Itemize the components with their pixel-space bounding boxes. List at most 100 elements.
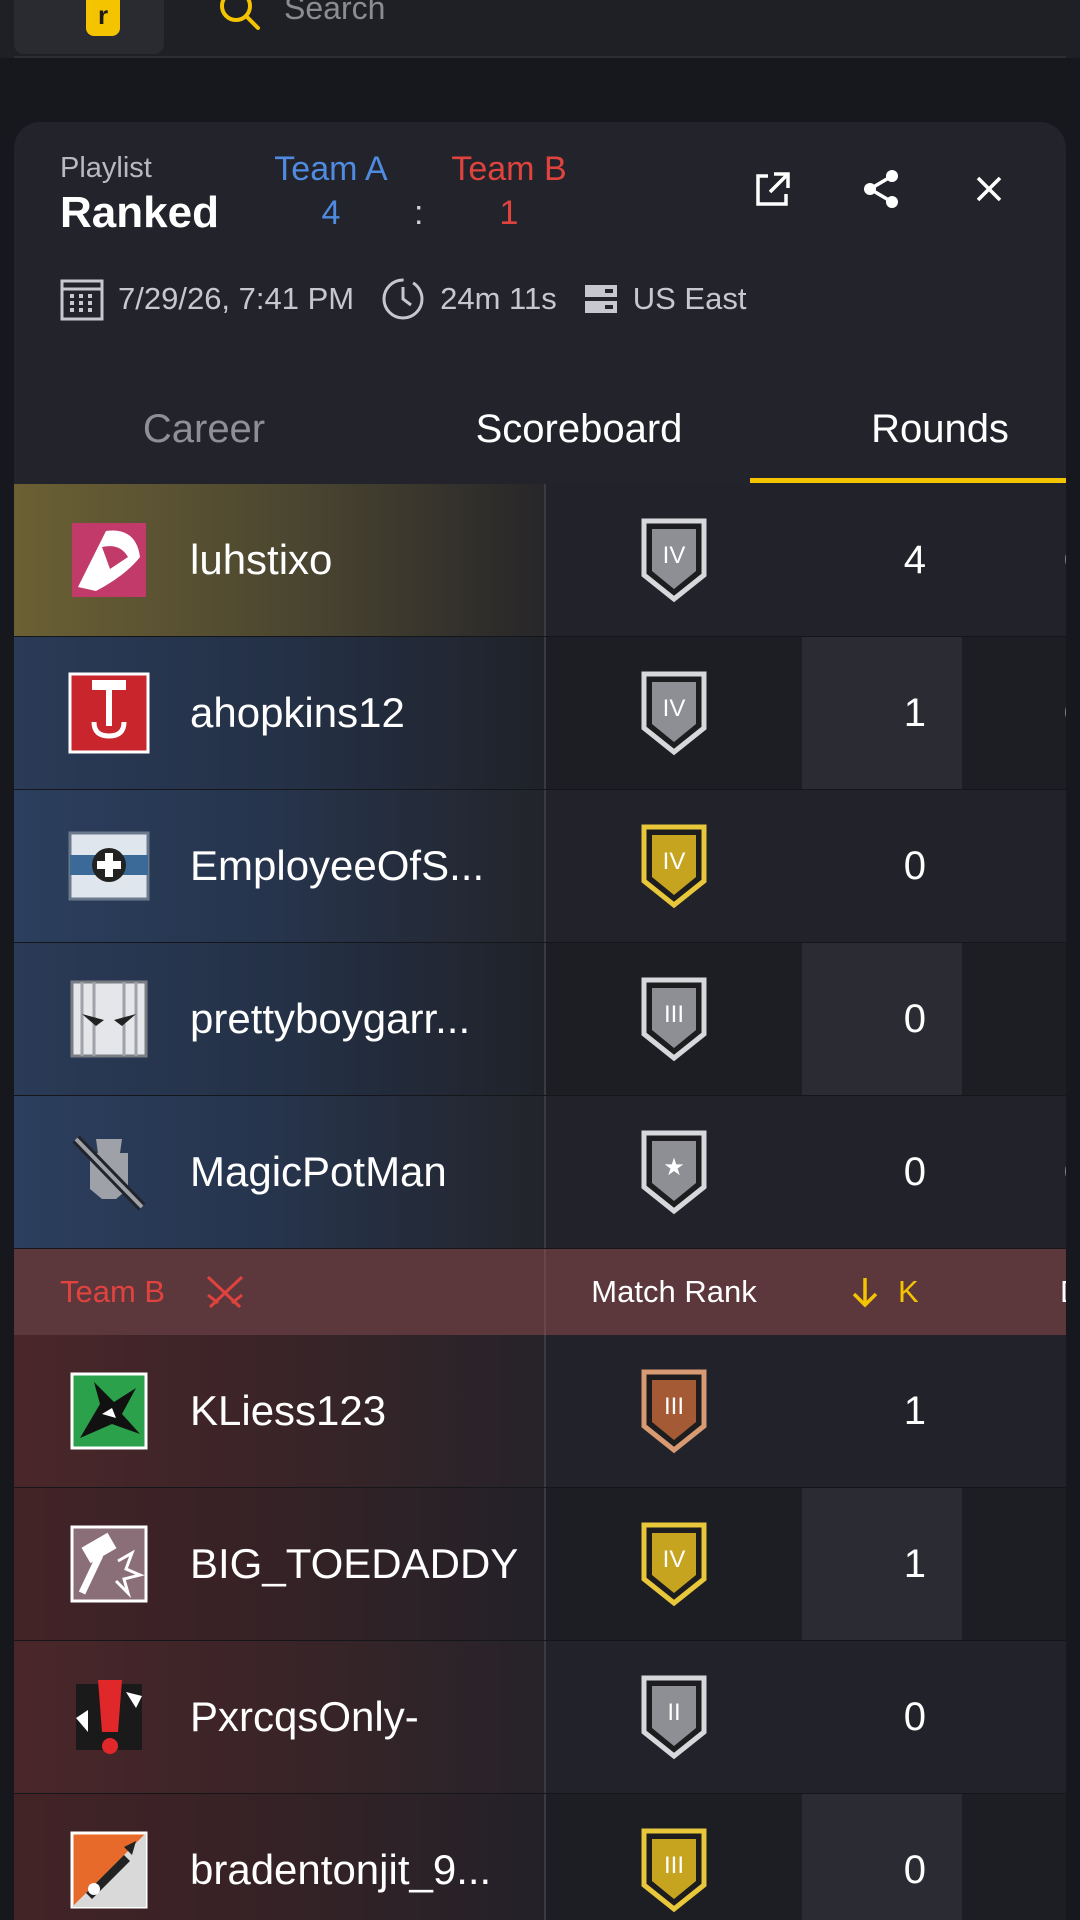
player-cell: PxrcqsOnly- [14, 1641, 544, 1793]
deaths-value: 1 [1064, 1335, 1066, 1487]
rank-cell: III [546, 1794, 802, 1920]
rank-badge-icon: IV [641, 518, 707, 603]
crossed-swords-icon [206, 1275, 244, 1309]
logo-tile[interactable]: r [14, 0, 164, 54]
app-logo: r [86, 0, 120, 36]
svg-text:III: III [664, 1393, 684, 1420]
kills-cell: 1 [802, 637, 962, 789]
player-name[interactable]: prettyboygarr... [190, 943, 470, 1095]
match-date-text: 7/29/26, 7:41 PM [118, 281, 355, 316]
player-cell: MagicPotMan [14, 1096, 544, 1248]
rank-badge-icon: IV [641, 671, 707, 756]
kills-value: 1 [903, 1542, 926, 1586]
green-claw-operator-icon [70, 1372, 148, 1450]
table-row[interactable]: prettyboygarr... III 0 1 [14, 943, 1066, 1096]
deaths-value: 1 [1064, 943, 1066, 1095]
player-name[interactable]: BIG_TOEDADDY [190, 1488, 518, 1640]
table-row[interactable]: bradentonjit_9... III 0 1 [14, 1794, 1066, 1920]
tab-rounds[interactable]: Rounds [850, 378, 1030, 480]
player-name[interactable]: MagicPotMan [190, 1096, 447, 1248]
player-cell: luhstixo [14, 484, 544, 636]
rank-cell: IV [546, 1488, 802, 1640]
rank-badge-icon: IV [641, 1522, 707, 1607]
svg-text:II: II [667, 1699, 680, 1726]
kills-cell: 0 [802, 1641, 962, 1793]
match-server: US East [583, 281, 747, 317]
player-name[interactable]: bradentonjit_9... [190, 1794, 491, 1920]
open-external-icon[interactable] [748, 164, 798, 214]
medic-cross-operator-icon [68, 831, 150, 901]
deaths-cell: 1 [962, 790, 1066, 942]
match-tabs: Career Scoreboard Rounds [14, 378, 1066, 484]
kills-column-header[interactable]: K [898, 1249, 919, 1335]
rank-badge-icon: II [641, 1675, 707, 1760]
deaths-value: 1 [1064, 1794, 1066, 1920]
kills-value: 1 [903, 691, 926, 735]
rank-badge-icon: III [641, 977, 707, 1062]
player-name[interactable]: KLiess123 [190, 1335, 386, 1487]
kills-cell: 1 [802, 1488, 962, 1640]
svg-text:III: III [664, 1852, 684, 1879]
search-icon[interactable] [216, 0, 262, 32]
player-name[interactable]: EmployeeOfS... [190, 790, 484, 942]
team-b-title: Team B [60, 1274, 166, 1309]
player-name[interactable]: luhstixo [190, 484, 332, 636]
match-server-text: US East [632, 281, 747, 316]
table-row[interactable]: PxrcqsOnly- II 0 1 [14, 1641, 1066, 1794]
scoreboard-table: luhstixo IV 4 0 ahopki [14, 484, 1066, 1920]
team-b-score: 1 [499, 194, 519, 232]
kills-value: 0 [903, 997, 926, 1041]
match-duration: 24m 11s [380, 276, 557, 322]
deaths-value: 1 [1064, 1641, 1066, 1793]
player-cell: EmployeeOfS... [14, 790, 544, 942]
close-icon[interactable] [964, 164, 1014, 214]
table-row[interactable]: ahopkins12 IV 1 0 [14, 637, 1066, 790]
deaths-value: 0 [1064, 484, 1066, 636]
kills-cell: 0 [802, 943, 962, 1095]
table-row[interactable]: KLiess123 III 1 1 [14, 1335, 1066, 1488]
player-cell: ahopkins12 [14, 637, 544, 789]
drone-operator-icon [70, 1831, 148, 1909]
rank-cell: III [546, 1335, 802, 1487]
kills-value: 0 [903, 1150, 926, 1194]
deaths-cell: 0 [962, 1096, 1066, 1248]
table-row[interactable]: MagicPotMan ★ 0 0 [14, 1096, 1066, 1249]
deaths-column-header[interactable]: D [1060, 1249, 1066, 1335]
kills-value: 0 [903, 1695, 926, 1739]
rank-badge-icon: III [641, 1369, 707, 1454]
player-name[interactable]: ahopkins12 [190, 637, 405, 789]
deaths-value: 1 [1064, 790, 1066, 942]
skull-mask-operator-icon [72, 523, 146, 597]
no-operator-icon [72, 1135, 146, 1211]
tab-scoreboard[interactable]: Scoreboard [434, 378, 724, 480]
rank-cell: IV [546, 484, 802, 636]
playlist-value: Ranked [60, 188, 219, 237]
hammer-operator-icon [70, 1525, 148, 1603]
kills-value: 1 [903, 1389, 926, 1433]
table-row[interactable]: EmployeeOfS... IV 0 1 [14, 790, 1066, 943]
kills-cell: 0 [802, 790, 962, 942]
tab-career[interactable]: Career [104, 378, 304, 480]
grapple-operator-icon [68, 672, 150, 754]
rank-badge-icon: III [641, 1828, 707, 1913]
server-icon [584, 285, 617, 313]
share-icon[interactable] [856, 164, 906, 214]
player-name[interactable]: PxrcqsOnly- [190, 1641, 419, 1793]
deaths-cell: 1 [962, 943, 1066, 1095]
deaths-cell: 1 [962, 1488, 1066, 1640]
table-row[interactable]: luhstixo IV 4 0 [14, 484, 1066, 637]
deaths-value: 0 [1064, 1096, 1066, 1248]
rank-badge-icon: IV [641, 824, 707, 909]
clock-icon [382, 278, 424, 320]
sort-descending-icon[interactable] [850, 1275, 880, 1309]
table-row[interactable]: BIG_TOEDADDY IV 1 1 [14, 1488, 1066, 1641]
search-input[interactable]: Search [284, 0, 385, 27]
svg-text:IV: IV [663, 1546, 686, 1573]
top-bar-divider [14, 56, 1066, 58]
match-rank-column-header[interactable]: Match Rank [546, 1249, 802, 1335]
player-cell: KLiess123 [14, 1335, 544, 1487]
deaths-cell: 0 [962, 637, 1066, 789]
rank-cell: IV [546, 790, 802, 942]
svg-text:III: III [664, 1001, 684, 1028]
team-b-header: Team B Match Rank K D [14, 1249, 1066, 1335]
